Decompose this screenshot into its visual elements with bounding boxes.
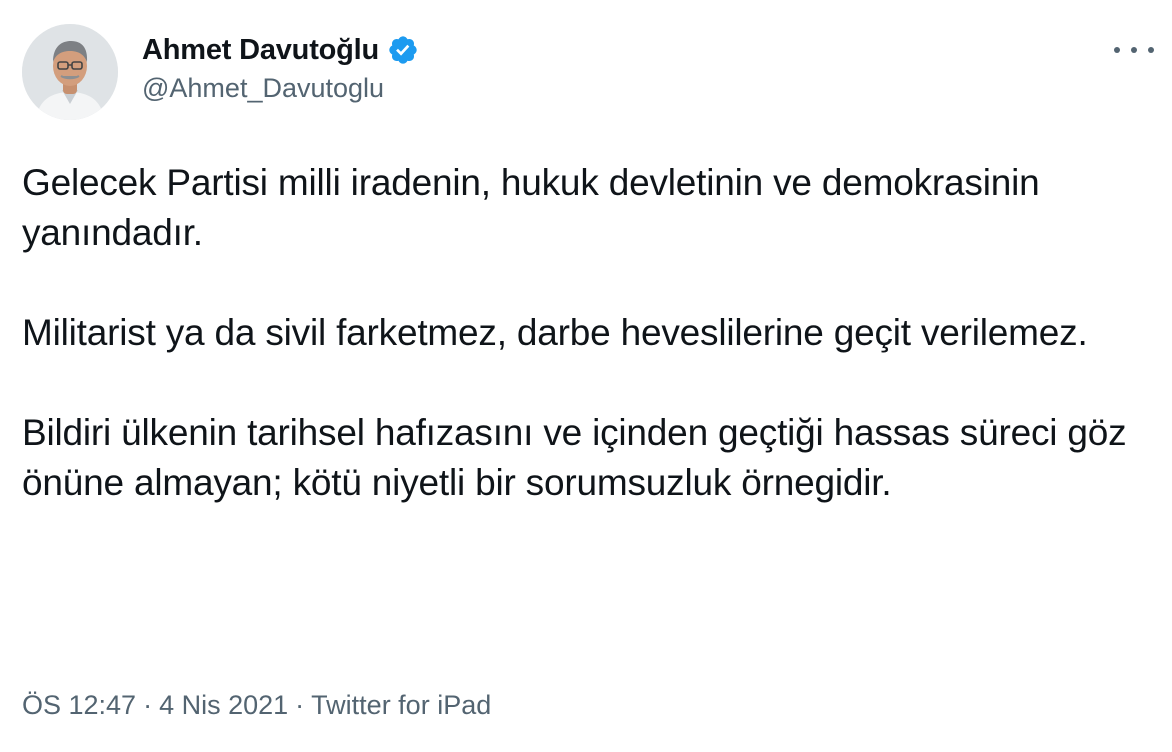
more-dot: [1114, 47, 1120, 53]
tweet-paragraph: Gelecek Partisi milli iradenin, hukuk de…: [22, 162, 1040, 253]
tweet-meta: ÖS 12:47 · 4 Nis 2021 · Twitter for iPad: [22, 690, 491, 721]
display-name[interactable]: Ahmet Davutoğlu: [142, 34, 379, 67]
more-dot: [1131, 47, 1137, 53]
tweet-time[interactable]: ÖS 12:47: [22, 690, 136, 720]
meta-separator: ·: [143, 690, 153, 720]
tweet-card: Ahmet Davutoğlu @Ahmet_Davutoglu Gelecek…: [0, 0, 1172, 752]
tweet-paragraph: Militarist ya da sivil farketmez, darbe …: [22, 312, 1088, 353]
avatar-photo: [22, 24, 118, 120]
more-dot: [1148, 47, 1154, 53]
tweet-source[interactable]: Twitter for iPad: [311, 690, 491, 720]
more-options-icon[interactable]: [1114, 40, 1154, 60]
meta-separator: ·: [295, 690, 305, 720]
tweet-text: Gelecek Partisi milli iradenin, hukuk de…: [22, 158, 1152, 508]
avatar[interactable]: [22, 24, 118, 120]
tweet-paragraph: Bildiri ülkenin tarihsel hafızasını ve i…: [22, 412, 1127, 503]
verified-badge-icon: [387, 34, 419, 66]
tweet-date[interactable]: 4 Nis 2021: [159, 690, 288, 720]
user-handle[interactable]: @Ahmet_Davutoglu: [142, 73, 384, 104]
author-name-row: Ahmet Davutoğlu: [142, 30, 419, 70]
